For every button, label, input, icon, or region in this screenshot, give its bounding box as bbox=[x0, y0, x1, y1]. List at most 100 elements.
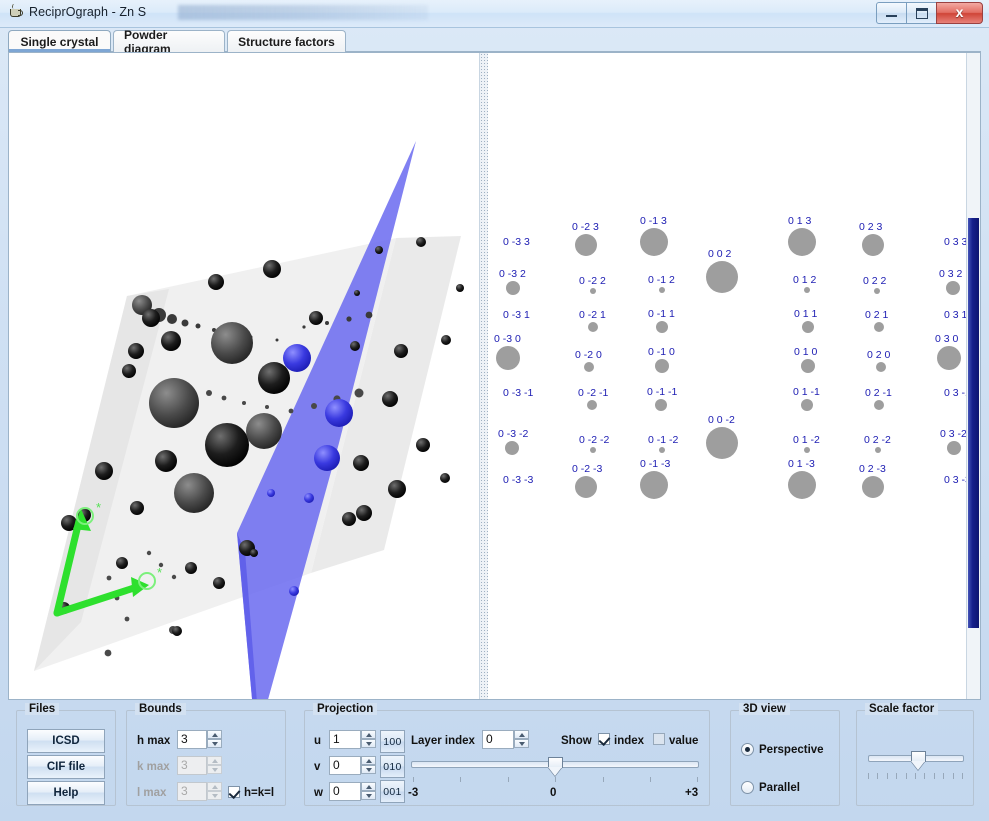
scale-slider-knob[interactable] bbox=[911, 751, 926, 770]
svg-text:*: * bbox=[157, 565, 162, 580]
preset-010-button[interactable]: 010 bbox=[380, 755, 405, 778]
scale-tick bbox=[962, 773, 963, 779]
layer-index-input[interactable]: 0 bbox=[482, 730, 514, 749]
reflection-index-label: 0 -1 1 bbox=[648, 308, 675, 320]
h-max-decrement[interactable] bbox=[207, 739, 222, 748]
hkl-equal-checkbox[interactable] bbox=[228, 786, 240, 798]
reflection-spot[interactable] bbox=[874, 400, 884, 410]
reflection-index-label: 0 -2 0 bbox=[575, 349, 602, 361]
u-spinner[interactable] bbox=[361, 730, 376, 749]
minimize-button[interactable] bbox=[876, 2, 907, 24]
v-spinner[interactable] bbox=[361, 756, 376, 775]
h-max-spinner[interactable] bbox=[207, 730, 222, 749]
parallel-radio[interactable] bbox=[741, 781, 754, 794]
reflection-spot[interactable] bbox=[788, 228, 816, 256]
vertical-scrollbar[interactable] bbox=[966, 53, 980, 699]
reciprocal-plane-view[interactable]: 0 -3 3 0 -2 3 0 -1 3 0 1 3 0 2 3 0 3 3 0 -3 2 0… bbox=[488, 53, 980, 699]
show-index-label: index bbox=[614, 735, 645, 747]
reflection-spot[interactable] bbox=[659, 287, 665, 293]
reflection-spot[interactable] bbox=[801, 359, 815, 373]
reflection-spot[interactable] bbox=[655, 359, 669, 373]
reflection-spot[interactable] bbox=[937, 346, 961, 370]
perspective-radio[interactable] bbox=[741, 743, 754, 756]
reflection-spot[interactable] bbox=[874, 288, 880, 294]
w-spinner[interactable] bbox=[361, 782, 376, 801]
scrollbar-thumb[interactable] bbox=[968, 218, 979, 628]
reflection-spot[interactable] bbox=[947, 441, 961, 455]
reflection-spot[interactable] bbox=[505, 441, 519, 455]
slider-max-label: +3 bbox=[685, 787, 699, 799]
u-decrement[interactable] bbox=[361, 739, 376, 748]
reflection-spot[interactable] bbox=[496, 346, 520, 370]
h-max-input[interactable]: 3 bbox=[177, 730, 207, 749]
reflection-spot[interactable] bbox=[706, 261, 738, 293]
single-crystal-3d-view[interactable]: * * bbox=[9, 53, 479, 699]
reflection-spot[interactable] bbox=[804, 287, 810, 293]
scale-tick bbox=[952, 773, 954, 779]
layer-index-decrement[interactable] bbox=[514, 739, 529, 748]
button-label: CIF file bbox=[46, 761, 86, 773]
reflection-spot[interactable] bbox=[590, 288, 596, 294]
tab-structure-factors[interactable]: Structure factors bbox=[227, 30, 346, 52]
v-input[interactable]: 0 bbox=[329, 756, 361, 775]
close-button[interactable]: x bbox=[936, 2, 983, 24]
help-button[interactable]: Help bbox=[27, 781, 105, 805]
reflection-spot[interactable] bbox=[874, 322, 884, 332]
reflection-spot[interactable] bbox=[706, 427, 738, 459]
reflection-index-label: 0 2 2 bbox=[863, 275, 887, 287]
u-increment[interactable] bbox=[361, 730, 376, 739]
parallel-label: Parallel bbox=[759, 782, 800, 794]
preset-001-button[interactable]: 001 bbox=[380, 780, 405, 803]
reflection-spot[interactable] bbox=[588, 322, 598, 332]
icsd-button[interactable]: ICSD bbox=[27, 729, 105, 753]
reflection-spot[interactable] bbox=[640, 471, 668, 499]
h-max-increment[interactable] bbox=[207, 730, 222, 739]
view-mode-group: 3D view Perspective Parallel bbox=[730, 703, 840, 806]
w-increment[interactable] bbox=[361, 782, 376, 791]
reflection-index-label: 0 -1 -3 bbox=[640, 458, 671, 470]
reflection-spot[interactable] bbox=[946, 281, 960, 295]
layer-index-spinner[interactable] bbox=[514, 730, 529, 749]
reflection-spot[interactable] bbox=[656, 321, 668, 333]
reflection-spot[interactable] bbox=[659, 447, 665, 453]
preset-100-button[interactable]: 100 bbox=[380, 730, 405, 753]
v-decrement[interactable] bbox=[361, 765, 376, 774]
reflection-index-label: 0 -2 -1 bbox=[578, 387, 609, 399]
cif-file-button[interactable]: CIF file bbox=[27, 755, 105, 779]
reflection-spot[interactable] bbox=[802, 321, 814, 333]
reflection-spot[interactable] bbox=[575, 234, 597, 256]
u-input[interactable]: 1 bbox=[329, 730, 361, 749]
reflection-spot[interactable] bbox=[575, 476, 597, 498]
layer-index-increment[interactable] bbox=[514, 730, 529, 739]
tab-single-crystal[interactable]: Single crystal bbox=[8, 30, 111, 52]
reflection-spot[interactable] bbox=[590, 447, 596, 453]
reflection-index-label: 0 1 0 bbox=[794, 346, 818, 358]
reflection-spot[interactable] bbox=[587, 400, 597, 410]
reflection-spot[interactable] bbox=[584, 362, 594, 372]
reflection-spot[interactable] bbox=[801, 399, 813, 411]
reflection-spot[interactable] bbox=[804, 447, 810, 453]
show-value-checkbox[interactable] bbox=[653, 733, 665, 745]
window-title: ReciprOgraph - Zn S bbox=[29, 4, 147, 19]
reflection-index-label: 0 -1 0 bbox=[648, 346, 675, 358]
reflection-spot[interactable] bbox=[788, 471, 816, 499]
reflection-spot[interactable] bbox=[862, 476, 884, 498]
reciprocal-lattice-3d-scene[interactable]: * * bbox=[9, 53, 479, 699]
tab-powder-diagram[interactable]: Powder diagram bbox=[113, 28, 225, 56]
reflection-spot[interactable] bbox=[862, 234, 884, 256]
reflection-spot[interactable] bbox=[876, 362, 886, 372]
reflection-index-label: 0 2 3 bbox=[859, 221, 883, 233]
w-input[interactable]: 0 bbox=[329, 782, 361, 801]
layer-slider-knob[interactable] bbox=[548, 757, 563, 776]
k-max-label: k max bbox=[137, 761, 170, 773]
reflection-spot[interactable] bbox=[875, 447, 881, 453]
v-increment[interactable] bbox=[361, 756, 376, 765]
w-decrement[interactable] bbox=[361, 791, 376, 800]
maximize-button[interactable] bbox=[906, 2, 937, 24]
reflection-spot[interactable] bbox=[640, 228, 668, 256]
show-index-checkbox[interactable] bbox=[598, 733, 610, 745]
reflection-spot[interactable] bbox=[655, 399, 667, 411]
view-mode-group-label: 3D view bbox=[739, 703, 790, 715]
reflection-spot[interactable] bbox=[506, 281, 520, 295]
reflection-index-label: 0 -1 -1 bbox=[647, 386, 678, 398]
